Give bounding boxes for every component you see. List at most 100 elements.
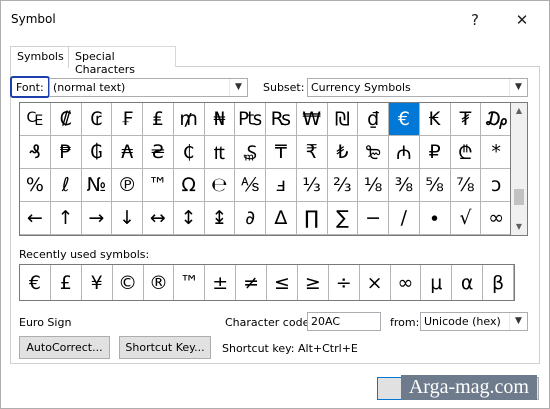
symbol-cell[interactable]: ₰ [20, 136, 51, 169]
symbol-cell[interactable]: № [81, 169, 113, 202]
symbol-cell[interactable]: ↓ [112, 202, 143, 235]
symbol-cell[interactable]: ₭ [419, 103, 451, 136]
symbol-cell[interactable]: ₻ [358, 136, 389, 169]
symbol-cell[interactable]: → [81, 202, 113, 235]
symbol-cell[interactable]: ↄ [481, 169, 510, 202]
recent-symbol-cell[interactable]: © [113, 265, 144, 300]
scroll-down-icon[interactable]: ▼ [511, 219, 527, 235]
symbol-cell[interactable]: ↨ [204, 202, 236, 235]
symbol-cell[interactable]: ℮ [204, 169, 236, 202]
symbol-cell[interactable]: ↔ [143, 202, 174, 235]
recent-symbol-cell[interactable]: ± [205, 265, 237, 300]
recent-symbol-cell[interactable]: ÷ [329, 265, 360, 300]
help-button[interactable]: ? [464, 9, 486, 31]
symbol-cell[interactable]: ℗ [112, 169, 143, 202]
symbol-cell[interactable]: ₸ [266, 136, 297, 169]
from-dropdown[interactable]: Unicode (hex) ▼ [420, 312, 528, 331]
symbol-cell[interactable]: ₢ [81, 103, 113, 136]
symbol-cell[interactable]: ₺ [327, 136, 359, 169]
subset-dropdown[interactable]: Currency Symbols ▼ [307, 78, 528, 97]
symbol-cell[interactable]: ⅜ [389, 169, 420, 202]
font-dropdown[interactable]: (normal text) ▼ [49, 78, 248, 97]
symbol-grid-scrollbar[interactable]: ▲ ▼ [511, 102, 528, 236]
symbol-cell[interactable]: ₲ [81, 136, 113, 169]
symbol-cell[interactable]: ₩ [296, 103, 328, 136]
symbol-cell[interactable]: ₴ [143, 136, 174, 169]
symbol-cell[interactable]: ₠ [20, 103, 51, 136]
symbol-dialog: Symbol ? ✕ Symbols Special Characters Fo… [0, 0, 550, 409]
symbol-cell[interactable]: ↕ [173, 202, 205, 235]
symbol-cell[interactable]: Ω [173, 169, 205, 202]
symbol-cell[interactable]: ∆ [266, 202, 297, 235]
autocorrect-button[interactable]: AutoCorrect... [19, 336, 110, 359]
scroll-thumb[interactable] [514, 189, 524, 205]
symbol-cell[interactable]: ∑ [327, 202, 359, 235]
recent-symbol-cell[interactable]: ≥ [298, 265, 329, 300]
recent-symbol-cell[interactable]: ≠ [236, 265, 267, 300]
chevron-down-icon[interactable]: ▼ [509, 313, 527, 330]
recent-symbol-cell[interactable]: ≤ [267, 265, 298, 300]
symbol-cell[interactable]: ™ [143, 169, 174, 202]
symbol-cell[interactable]: ⅎ [266, 169, 297, 202]
symbol-cell[interactable]: ∂ [235, 202, 266, 235]
symbol-cell[interactable]: ₣ [112, 103, 143, 136]
symbol-cell[interactable]: ₶ [204, 136, 236, 169]
symbol-cell[interactable]: ₮ [450, 103, 482, 136]
symbol-cell[interactable]: ₨ [266, 103, 297, 136]
symbol-cell[interactable]: % [20, 169, 51, 202]
symbol-cell[interactable]: ₵ [173, 136, 205, 169]
symbol-cell[interactable]: ₽ [419, 136, 451, 169]
symbol-cell[interactable]: ₥ [173, 103, 205, 136]
recent-symbol-cell[interactable]: α [452, 265, 484, 300]
symbol-cell[interactable]: ₹ [296, 136, 328, 169]
symbol-cell[interactable]: ∏ [296, 202, 328, 235]
tab-special-characters[interactable]: Special Characters [68, 46, 176, 76]
symbol-cell[interactable]: √ [450, 202, 482, 235]
chevron-down-icon[interactable]: ▼ [229, 79, 247, 96]
symbol-cell[interactable]: € [389, 103, 420, 136]
symbol-cell[interactable]: ⅞ [450, 169, 482, 202]
symbol-cell[interactable]: − [358, 202, 389, 235]
recent-symbol-cell[interactable]: € [20, 265, 51, 300]
recent-symbol-cell[interactable]: β [483, 265, 514, 300]
symbol-cell[interactable]: ⅝ [419, 169, 451, 202]
symbol-cell[interactable]: ₼ [389, 136, 420, 169]
close-button[interactable]: ✕ [511, 9, 533, 31]
recent-symbol-cell[interactable]: ∞ [391, 265, 422, 300]
symbol-cell[interactable]: ∞ [481, 202, 510, 235]
symbol-cell[interactable]: * [481, 136, 510, 169]
symbol-cell[interactable]: ₧ [235, 103, 266, 136]
recent-symbol-cell[interactable]: ™ [174, 265, 206, 300]
symbol-cell[interactable]: ↑ [50, 202, 82, 235]
symbol-cell[interactable]: ₫ [358, 103, 389, 136]
symbol-cell[interactable]: ⅛ [358, 169, 389, 202]
site-watermark: Arga-mag.com [400, 375, 537, 400]
symbol-cell[interactable]: ⅍ [235, 169, 266, 202]
recent-symbol-cell[interactable]: μ [421, 265, 453, 300]
chevron-down-icon[interactable]: ▼ [509, 79, 527, 96]
recent-symbol-cell[interactable]: ¥ [82, 265, 113, 300]
symbol-cell[interactable]: ∙ [419, 202, 451, 235]
character-code-input[interactable]: 20AC [307, 312, 381, 331]
scroll-up-icon[interactable]: ▲ [511, 103, 527, 119]
shortcut-key-button[interactable]: Shortcut Key... [119, 336, 211, 359]
tab-symbols[interactable]: Symbols [10, 46, 69, 68]
symbol-cell[interactable]: ₪ [327, 103, 359, 136]
recent-symbol-cell[interactable]: ® [144, 265, 175, 300]
symbol-cell[interactable]: ₯ [481, 103, 510, 136]
symbol-cell[interactable]: ₳ [112, 136, 143, 169]
symbol-cell[interactable]: ₷ [235, 136, 266, 169]
symbol-cell[interactable]: ← [20, 202, 51, 235]
symbol-cell[interactable]: ₱ [50, 136, 82, 169]
subset-value: Currency Symbols [311, 81, 411, 94]
symbol-cell[interactable]: ∕ [389, 202, 420, 235]
symbol-cell[interactable]: ₤ [143, 103, 174, 136]
recent-symbol-cell[interactable]: £ [51, 265, 82, 300]
symbol-cell[interactable]: ⅔ [327, 169, 359, 202]
symbol-cell[interactable]: ₡ [50, 103, 82, 136]
symbol-cell[interactable]: ⅓ [296, 169, 328, 202]
symbol-cell[interactable]: ₾ [450, 136, 482, 169]
symbol-cell[interactable]: ℓ [50, 169, 82, 202]
recent-symbol-cell[interactable]: × [360, 265, 391, 300]
symbol-cell[interactable]: ₦ [204, 103, 236, 136]
